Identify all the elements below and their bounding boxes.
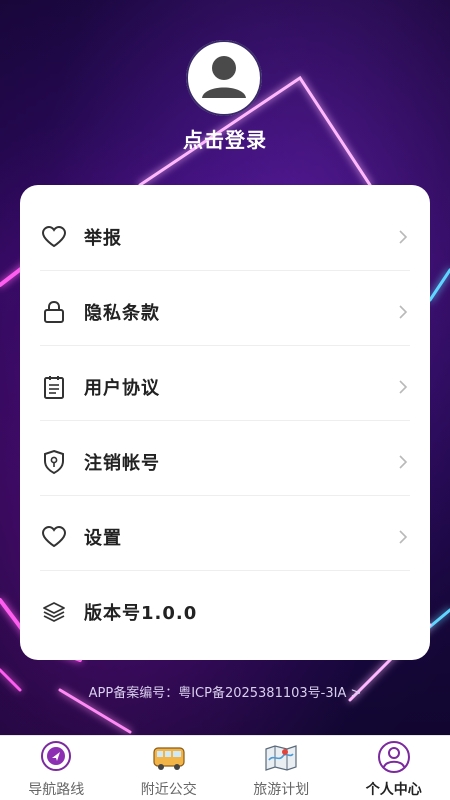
map-icon <box>263 740 299 774</box>
tab-label: 个人中心 <box>365 782 422 798</box>
tab-personal-center[interactable]: 个人中心 <box>338 736 450 800</box>
menu-item-user-agreement[interactable]: 用户协议 <box>40 349 410 424</box>
menu-item-settings[interactable]: 设置 <box>40 499 410 574</box>
heart-icon <box>40 223 68 251</box>
chevron-right-icon <box>396 229 410 245</box>
divider <box>40 420 410 421</box>
bottom-tab-bar: 导航路线 附近公交 旅游计划 个人中心 <box>0 735 450 800</box>
tab-label: 旅游计划 <box>253 782 310 798</box>
navigation-icon <box>38 740 74 774</box>
avatar[interactable] <box>186 40 262 116</box>
menu-item-label: 用户协议 <box>84 377 160 399</box>
menu-item-label: 设置 <box>84 527 122 549</box>
user-icon <box>376 740 412 774</box>
user-avatar-icon <box>186 40 262 116</box>
icp-record-link[interactable]: APP备案编号：粤ICP备2025381103号-3ⅠA > <box>0 682 450 701</box>
menu-item-label: 举报 <box>84 227 122 249</box>
tab-label: 导航路线 <box>28 782 85 798</box>
menu-item-privacy[interactable]: 隐私条款 <box>40 274 410 349</box>
menu-item-report[interactable]: 举报 <box>40 199 410 274</box>
divider <box>40 570 410 571</box>
heart-icon <box>40 523 68 551</box>
tab-label: 附近公交 <box>140 782 197 798</box>
menu-item-cancel-account[interactable]: 注销帐号 <box>40 424 410 499</box>
chevron-right-icon <box>396 379 410 395</box>
tab-nearby-bus[interactable]: 附近公交 <box>113 736 226 800</box>
chevron-right-icon <box>396 304 410 320</box>
layers-icon <box>40 598 68 626</box>
menu-item-label: 版本号1.0.0 <box>84 602 198 624</box>
menu-item-version: 版本号1.0.0 <box>40 574 410 649</box>
divider <box>40 345 410 346</box>
menu-item-label: 隐私条款 <box>84 302 160 324</box>
chevron-right-icon <box>396 454 410 470</box>
menu-item-label: 注销帐号 <box>84 452 160 474</box>
divider <box>40 270 410 271</box>
login-button[interactable]: 点击登录 <box>0 124 450 153</box>
shield-icon <box>40 448 68 476</box>
lock-icon <box>40 298 68 326</box>
tab-travel-plan[interactable]: 旅游计划 <box>225 736 338 800</box>
divider <box>40 495 410 496</box>
tab-navigation-route[interactable]: 导航路线 <box>0 736 113 800</box>
bus-icon <box>151 740 187 774</box>
menu-card: 举报 隐私条款 用户协议 注销帐号 设置 版本号1.0.0 <box>20 185 430 660</box>
clipboard-icon <box>40 373 68 401</box>
chevron-right-icon <box>396 529 410 545</box>
